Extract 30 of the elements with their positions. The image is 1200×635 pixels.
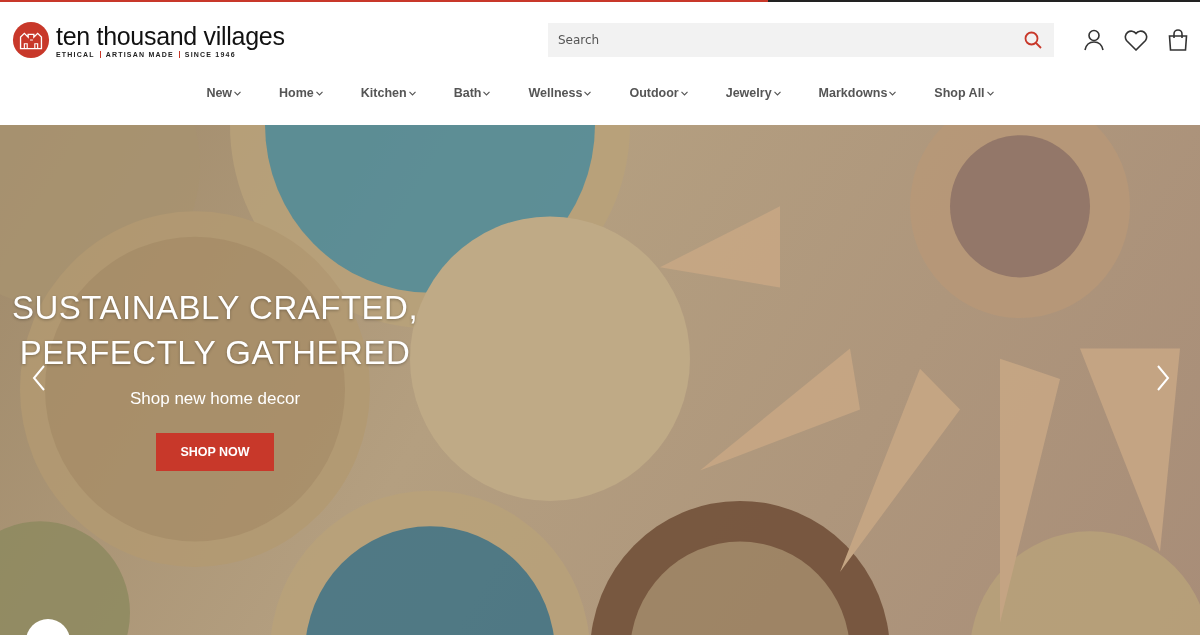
caret-icon: [483, 90, 491, 96]
nav-menu-item[interactable]: Outdoor: [629, 74, 688, 112]
hero-subtitle: Shop new home decor: [130, 389, 301, 409]
hero-headline: SUSTAINABLY CRAFTED,: [12, 288, 419, 328]
heart-icon[interactable]: [1124, 29, 1148, 51]
shopping-bag-icon[interactable]: [1168, 29, 1188, 51]
caret-icon: [408, 90, 416, 96]
shop-now-button[interactable]: SHOP NOW: [156, 433, 274, 471]
logo-icon[interactable]: [12, 21, 50, 59]
nav-menu-item[interactable]: Jewelry: [725, 74, 781, 112]
caret-icon: [315, 90, 323, 96]
nav-menu-item[interactable]: New: [206, 74, 242, 112]
caret-icon: [680, 90, 688, 96]
nav-menu-item[interactable]: Bath: [453, 74, 491, 112]
caret-icon: [986, 90, 994, 96]
account-icon[interactable]: [1084, 29, 1104, 51]
search-icon[interactable]: [1024, 31, 1042, 49]
hero-headline: PERFECTLY GATHERED: [19, 333, 411, 373]
caret-icon: [234, 90, 242, 96]
caret-icon: [584, 90, 592, 96]
nav-menu-item[interactable]: Markdowns: [818, 74, 897, 112]
previous-slide-icon[interactable]: [32, 365, 46, 391]
nav-menu-item[interactable]: Kitchen: [360, 74, 416, 112]
nav-menu-item[interactable]: Home: [279, 74, 323, 112]
brand-name[interactable]: ten thousand villages: [56, 22, 285, 49]
caret-icon: [773, 90, 781, 96]
caret-icon: [889, 90, 897, 96]
nav-menu-item[interactable]: Shop All: [934, 74, 994, 112]
search-field[interactable]: Search: [548, 23, 1054, 57]
nav-menu-item[interactable]: Wellness: [528, 74, 592, 112]
